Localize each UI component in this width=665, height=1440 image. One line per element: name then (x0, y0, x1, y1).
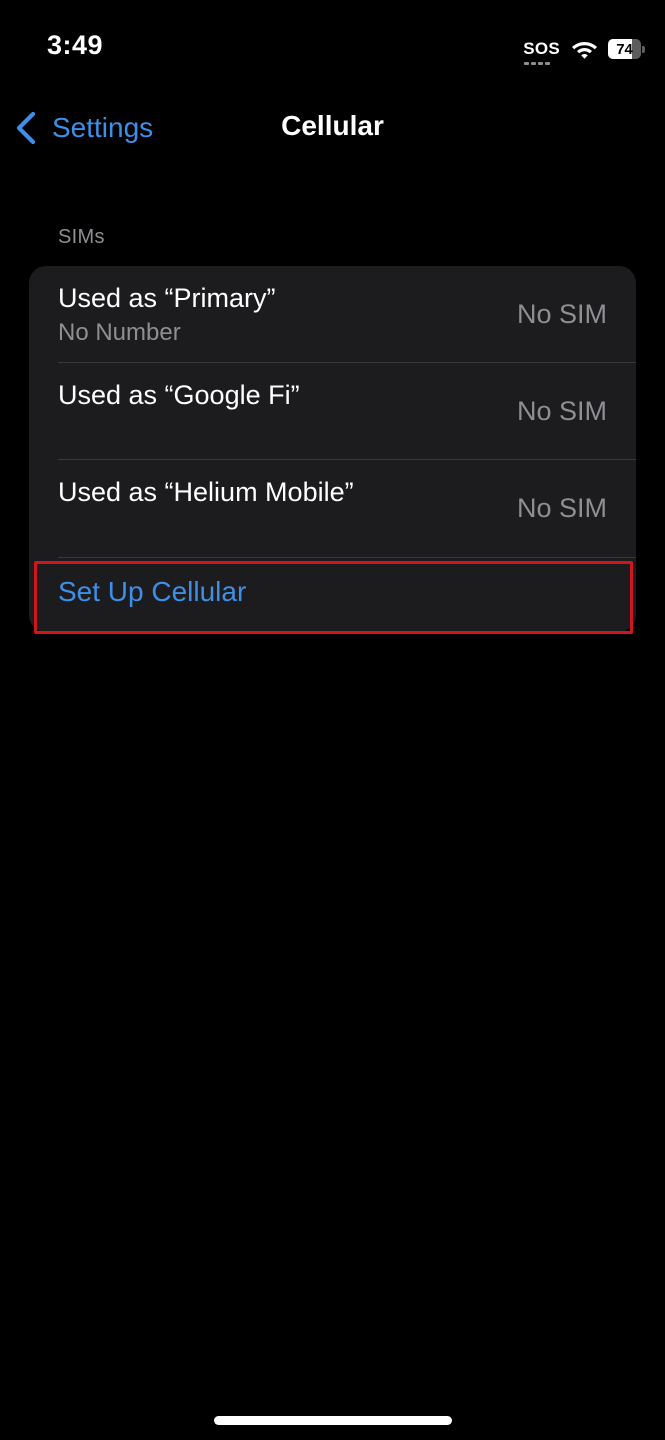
sim-row-helium-mobile[interactable]: Used as “Helium Mobile” No SIM (29, 460, 636, 556)
page-title: Cellular (281, 110, 384, 141)
battery-level: 74 (616, 40, 633, 58)
navigation-bar: Settings Cellular (0, 96, 665, 160)
home-indicator[interactable] (214, 1416, 452, 1425)
sims-section-header: SIMs (58, 226, 105, 248)
sims-list: Used as “Primary” No Number No SIM Used … (29, 266, 636, 632)
sim-row-value: No SIM (516, 396, 607, 426)
status-indicators: SOS 74 (523, 34, 645, 65)
set-up-cellular-label: Set Up Cellular (58, 576, 247, 607)
sim-row-primary[interactable]: Used as “Primary” No Number No SIM (29, 266, 636, 362)
sim-row-title: Used as “Primary” (58, 283, 276, 313)
status-bar: 3:49 SOS 74 (0, 0, 665, 96)
set-up-cellular-button[interactable]: Set Up Cellular (29, 558, 636, 632)
signal-dots (524, 62, 551, 65)
sim-row-subtitle: No Number (58, 319, 181, 346)
sim-row-google-fi[interactable]: Used as “Google Fi” No SIM (29, 363, 636, 459)
wifi-icon (572, 42, 597, 59)
sim-row-title: Used as “Google Fi” (58, 380, 300, 410)
status-time: 3:49 (47, 30, 104, 60)
sim-row-title: Used as “Helium Mobile” (58, 477, 354, 507)
sos-indicator: SOS (523, 39, 560, 65)
sim-row-value: No SIM (516, 299, 607, 329)
battery-icon: 74 (608, 39, 645, 59)
sim-row-value: No SIM (516, 493, 607, 523)
sos-label: SOS (523, 39, 560, 58)
